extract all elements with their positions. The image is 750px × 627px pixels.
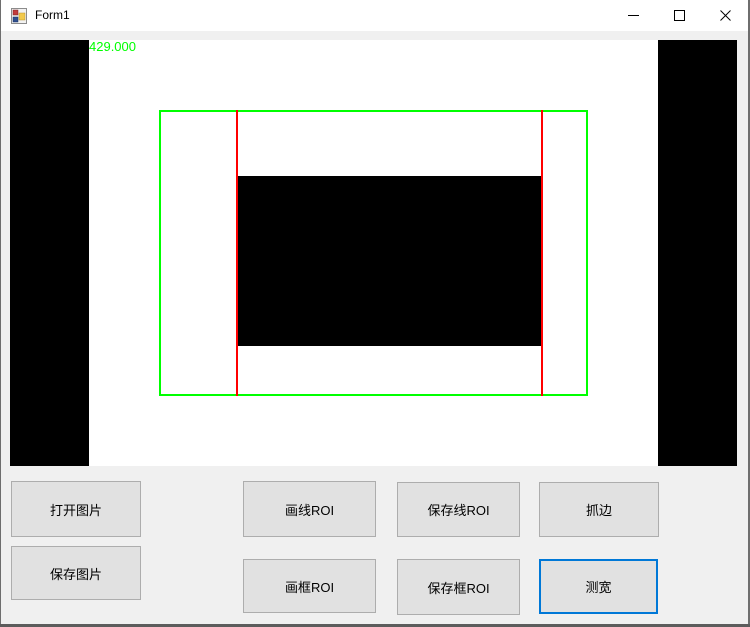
detected-edge-line-left	[236, 110, 238, 396]
save-image-button[interactable]: 保存图片	[11, 546, 141, 600]
detected-edge-line-right	[541, 110, 543, 396]
image-viewer[interactable]: 429.000	[10, 40, 737, 466]
form-icon	[11, 8, 27, 24]
image-black-band-left	[10, 40, 89, 466]
close-icon	[720, 10, 731, 21]
window-border-left	[0, 0, 1, 627]
window-title: Form1	[35, 0, 70, 31]
minimize-button[interactable]	[610, 0, 656, 31]
form-window: Form1 429.000 打开图片 保存图片 画线ROI	[0, 0, 750, 627]
draw-line-roi-button[interactable]: 画线ROI	[243, 481, 376, 537]
draw-rect-roi-button[interactable]: 画框ROI	[243, 559, 376, 613]
measured-object	[237, 176, 541, 346]
minimize-icon	[628, 15, 639, 16]
save-rect-roi-button[interactable]: 保存框ROI	[397, 559, 520, 615]
maximize-icon	[674, 10, 685, 21]
grab-edge-button[interactable]: 抓边	[539, 482, 659, 537]
open-image-button[interactable]: 打开图片	[11, 481, 141, 537]
save-line-roi-button[interactable]: 保存线ROI	[397, 482, 520, 537]
measurement-value-label: 429.000	[89, 40, 136, 54]
image-black-band-right	[658, 40, 737, 466]
close-button[interactable]	[702, 0, 748, 31]
titlebar: Form1	[1, 0, 748, 31]
measure-width-button[interactable]: 测宽	[539, 559, 658, 614]
window-controls	[610, 0, 748, 31]
maximize-button[interactable]	[656, 0, 702, 31]
